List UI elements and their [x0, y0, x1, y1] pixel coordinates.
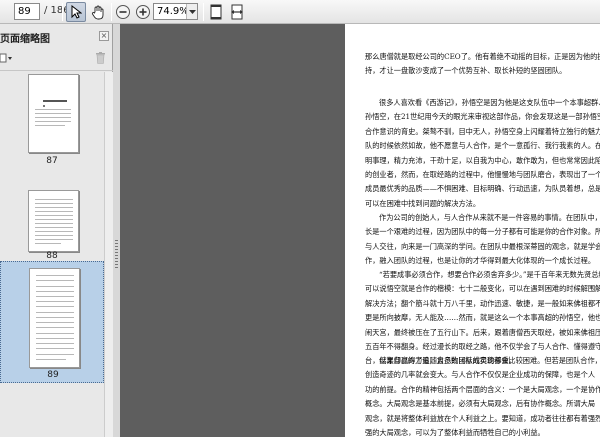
zoom-out-icon — [115, 4, 131, 20]
sidebar-splitter[interactable] — [113, 24, 120, 437]
zoom-out-button[interactable] — [114, 2, 132, 22]
toolbar-separator — [111, 3, 112, 21]
splitter-grip-icon[interactable] — [115, 240, 118, 270]
fit-width-button[interactable] — [228, 2, 246, 22]
zoom-input[interactable] — [154, 4, 188, 19]
chevron-down-icon[interactable] — [186, 4, 197, 19]
document-viewer[interactable]: 那么唐僧就是取经公司的CEO了。他有着绝不动摇的目标，正是因为他的执着，把自己的… — [120, 24, 600, 437]
page-number-input[interactable] — [14, 3, 40, 20]
thumbnail-page — [28, 74, 79, 153]
paragraph-3: 作为公司的创始人，与人合作从来就不是一件容易的事情。在团队中，每一个人都有 长是… — [365, 213, 600, 266]
fit-page-icon — [210, 4, 222, 20]
hand-tool-button[interactable] — [88, 2, 108, 22]
toolbar: / 186 — [0, 0, 600, 24]
thumbnail-list: 87 88 89 — [0, 72, 104, 437]
thumbnail-sidebar: 页面缩略图 × 87 88 89 — [0, 24, 113, 437]
zoom-select[interactable] — [153, 3, 198, 20]
thumbnail-label: 89 — [47, 370, 59, 380]
thumbnail-item-88[interactable]: 88 — [0, 188, 104, 261]
hand-icon — [91, 5, 105, 20]
paragraph-5: 仅靠自己的力量，太多数目标的实现都会比较困难。但若是团队合作， 创造奇迹的几率就… — [365, 356, 600, 437]
thumbnail-page — [28, 190, 79, 252]
zoom-in-icon — [135, 4, 151, 20]
sidebar-title: 页面缩略图 — [0, 34, 50, 45]
select-tool-button[interactable] — [66, 2, 86, 22]
close-icon[interactable]: × — [99, 31, 109, 41]
thumbnail-page — [29, 268, 80, 368]
toolbar-separator — [203, 3, 204, 21]
sidebar-header: 页面缩略图 × — [0, 28, 113, 45]
sidebar-divider — [0, 70, 113, 71]
thumbnail-item-89[interactable]: 89 — [0, 261, 104, 383]
fit-page-button[interactable] — [207, 2, 225, 22]
thumbnail-label: 88 — [46, 251, 58, 261]
thumbnail-item-87[interactable]: 87 — [0, 72, 104, 188]
fit-width-icon — [230, 4, 244, 20]
arrow-cursor-icon — [70, 5, 82, 19]
thumbnail-label: 87 — [46, 156, 58, 166]
sidebar-scrollbar[interactable] — [104, 72, 113, 437]
paragraph-2: 很多人喜欢看《西游记》，孙悟空是因为他是这支队伍中一个本事超群、神通广大的人。这… — [365, 98, 600, 208]
zoom-in-button[interactable] — [134, 2, 152, 22]
toolbar-separator — [62, 3, 63, 21]
options-icon[interactable] — [0, 52, 14, 65]
paragraph-1: 那么唐僧就是取经公司的CEO了。他有着绝不动摇的目标，正是因为他的执着，把自己的… — [365, 52, 600, 76]
trash-icon[interactable] — [95, 52, 107, 65]
sidebar-tools — [0, 52, 113, 66]
document-page: 那么唐僧就是取经公司的CEO了。他有着绝不动摇的目标，正是因为他的执着，把自己的… — [345, 24, 600, 437]
